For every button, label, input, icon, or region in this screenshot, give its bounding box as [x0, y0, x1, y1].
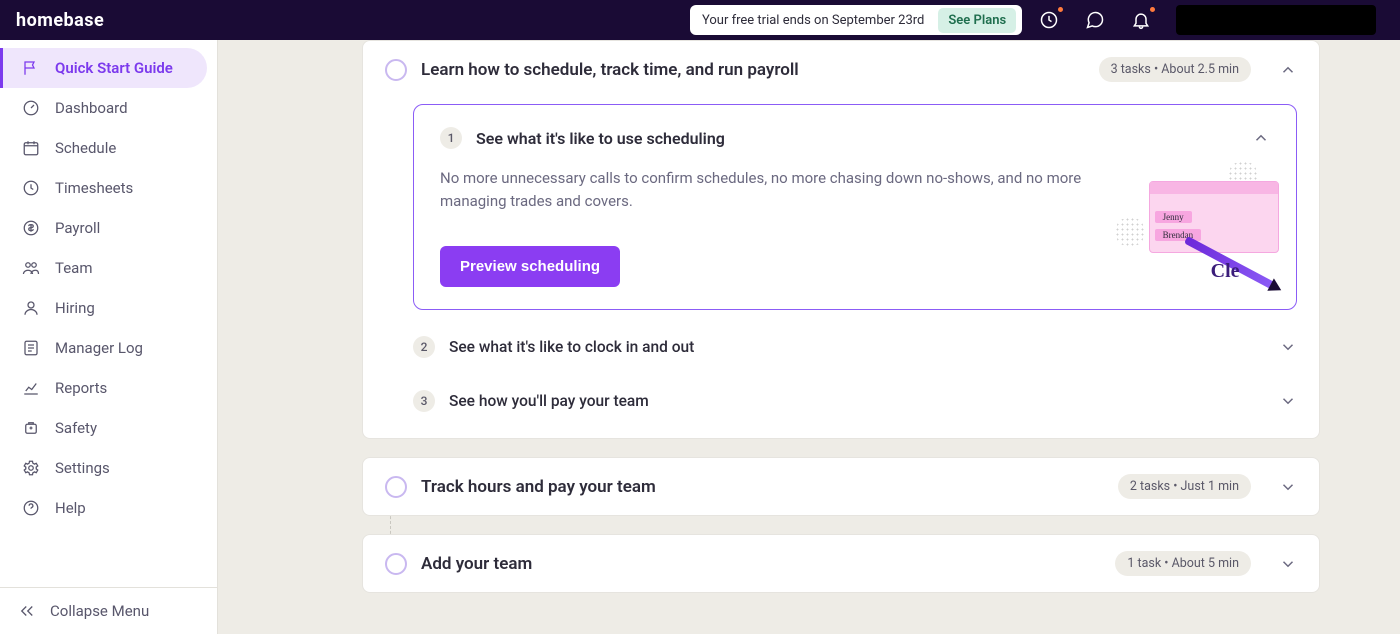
- sidebar-item-label: Team: [55, 259, 93, 277]
- trial-banner: Your free trial ends on September 23rd S…: [690, 5, 1022, 35]
- sidebar-item-schedule[interactable]: Schedule: [0, 128, 217, 168]
- subtask-description: No more unnecessary calls to confirm sch…: [440, 167, 1091, 212]
- account-menu[interactable]: [1176, 5, 1376, 35]
- sidebar-item-help[interactable]: Help: [0, 488, 217, 528]
- preview-scheduling-button[interactable]: Preview scheduling: [440, 246, 620, 287]
- help-icon: [21, 498, 41, 518]
- task-group-meta: 1 task • About 5 min: [1115, 551, 1251, 576]
- task-group-title: Learn how to schedule, track time, and r…: [421, 60, 1085, 80]
- activity-clock-icon[interactable]: [1038, 9, 1060, 31]
- task-group-meta: 3 tasks • About 2.5 min: [1099, 57, 1251, 82]
- collapse-icon: [18, 602, 36, 620]
- task-group-title: Add your team: [421, 554, 1101, 574]
- sidebar-item-label: Schedule: [55, 139, 116, 157]
- sidebar-item-label: Settings: [55, 459, 110, 477]
- topbar: homebase Your free trial ends on Septemb…: [0, 0, 1400, 40]
- scheduling-illustration: Jenny Brendan Cle: [1115, 167, 1270, 287]
- sidebar-item-payroll[interactable]: Payroll: [0, 208, 217, 248]
- step-number-badge: 2: [413, 336, 435, 358]
- chevron-up-icon: [1252, 129, 1270, 147]
- step-number-badge: 3: [413, 390, 435, 412]
- trial-text: Your free trial ends on September 23rd: [702, 13, 924, 28]
- radio-unchecked-icon[interactable]: [385, 553, 407, 575]
- sidebar-item-settings[interactable]: Settings: [0, 448, 217, 488]
- task-group-learn: Learn how to schedule, track time, and r…: [362, 40, 1320, 439]
- task-group-header[interactable]: Add your team 1 task • About 5 min: [385, 551, 1297, 576]
- subtask-header[interactable]: 1 See what it's like to use scheduling: [440, 127, 1270, 149]
- flag-icon: [21, 58, 41, 78]
- gear-icon: [21, 458, 41, 478]
- sidebar-item-safety[interactable]: Safety: [0, 408, 217, 448]
- collapse-menu-button[interactable]: Collapse Menu: [0, 587, 217, 634]
- brand-logo[interactable]: homebase: [16, 10, 104, 31]
- sidebar-item-dashboard[interactable]: Dashboard: [0, 88, 217, 128]
- illustration-name-1: Jenny: [1155, 211, 1192, 223]
- task-group-title: Track hours and pay your team: [421, 477, 1104, 497]
- log-icon: [21, 338, 41, 358]
- clock-icon: [21, 178, 41, 198]
- sidebar-item-label: Manager Log: [55, 339, 143, 357]
- sidebar-item-reports[interactable]: Reports: [0, 368, 217, 408]
- bell-icon[interactable]: [1130, 9, 1152, 31]
- task-group-track-hours: Track hours and pay your team 2 tasks • …: [362, 457, 1320, 516]
- chevron-down-icon: [1279, 338, 1297, 356]
- main-content: Learn how to schedule, track time, and r…: [218, 40, 1400, 634]
- sidebar-item-label: Timesheets: [55, 179, 133, 197]
- sidebar-item-team[interactable]: Team: [0, 248, 217, 288]
- sidebar-item-manager-log[interactable]: Manager Log: [0, 328, 217, 368]
- sidebar: Quick Start Guide Dashboard Schedule Tim…: [0, 40, 218, 634]
- safety-icon: [21, 418, 41, 438]
- sidebar-item-label: Help: [55, 499, 86, 517]
- chevron-up-icon: [1279, 61, 1297, 79]
- calendar-icon: [21, 138, 41, 158]
- radio-unchecked-icon[interactable]: [385, 476, 407, 498]
- task-group-header[interactable]: Track hours and pay your team 2 tasks • …: [385, 474, 1297, 499]
- chevron-down-icon: [1279, 478, 1297, 496]
- radio-unchecked-icon[interactable]: [385, 59, 407, 81]
- see-plans-button[interactable]: See Plans: [938, 8, 1016, 33]
- sidebar-item-label: Quick Start Guide: [55, 59, 173, 77]
- subtask-title: See how you'll pay your team: [449, 392, 649, 410]
- subtask-row-clock-in[interactable]: 2 See what it's like to clock in and out: [413, 330, 1297, 364]
- sidebar-item-label: Safety: [55, 419, 97, 437]
- subtask-title: See what it's like to clock in and out: [449, 338, 694, 356]
- sidebar-item-timesheets[interactable]: Timesheets: [0, 168, 217, 208]
- sidebar-item-label: Payroll: [55, 219, 100, 237]
- chevron-down-icon: [1279, 392, 1297, 410]
- chevron-down-icon: [1279, 555, 1297, 573]
- sidebar-item-hiring[interactable]: Hiring: [0, 288, 217, 328]
- person-icon: [21, 298, 41, 318]
- task-group-meta: 2 tasks • Just 1 min: [1118, 474, 1251, 499]
- dollar-icon: [21, 218, 41, 238]
- collapse-label: Collapse Menu: [50, 602, 149, 620]
- notification-dot-icon: [1150, 7, 1155, 12]
- chart-icon: [21, 378, 41, 398]
- illustration-signature: Cle: [1211, 260, 1240, 283]
- sidebar-item-label: Dashboard: [55, 99, 128, 117]
- subtask-card-scheduling: 1 See what it's like to use scheduling N…: [413, 104, 1297, 310]
- task-group-header[interactable]: Learn how to schedule, track time, and r…: [385, 57, 1297, 82]
- notification-dot-icon: [1058, 7, 1063, 12]
- chat-icon[interactable]: [1084, 9, 1106, 31]
- sidebar-item-label: Reports: [55, 379, 107, 397]
- sidebar-item-label: Hiring: [55, 299, 95, 317]
- sidebar-item-quick-start[interactable]: Quick Start Guide: [0, 48, 207, 88]
- team-icon: [21, 258, 41, 278]
- step-number-badge: 1: [440, 127, 462, 149]
- subtask-title: See what it's like to use scheduling: [476, 129, 1224, 148]
- subtask-row-pay-team[interactable]: 3 See how you'll pay your team: [413, 384, 1297, 418]
- task-group-add-team: Add your team 1 task • About 5 min: [362, 534, 1320, 593]
- dashboard-icon: [21, 98, 41, 118]
